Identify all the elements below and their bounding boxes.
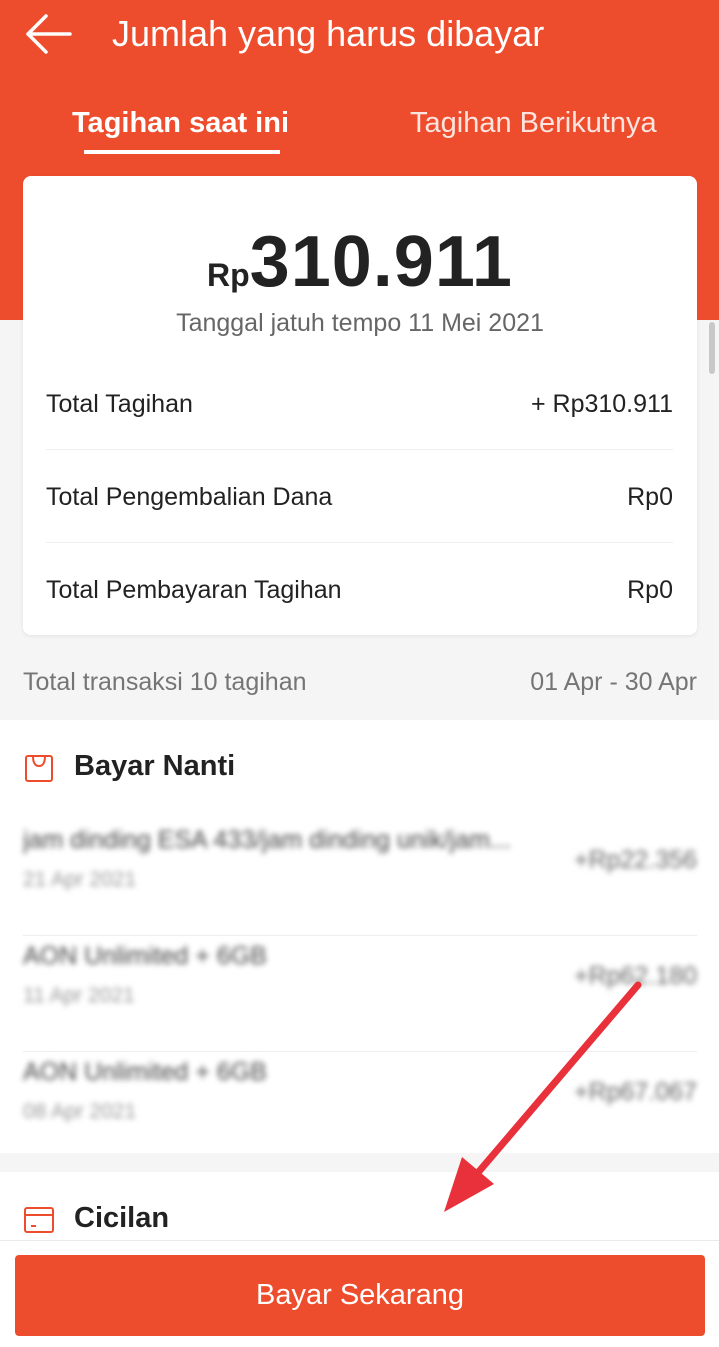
row-label: Total Tagihan <box>46 390 193 418</box>
row-label: Total Pengembalian Dana <box>46 483 333 511</box>
pay-now-button[interactable]: Bayar Sekarang <box>15 1255 705 1336</box>
due-date: Tanggal jatuh tempo 11 Mei 2021 <box>176 309 544 337</box>
tab-next-bill[interactable]: Tagihan Berikutnya <box>410 102 657 144</box>
item-name: AON Unlimited + 6GB <box>23 1058 267 1086</box>
item-price: +Rp62.180 <box>573 962 697 990</box>
transaction-summary: Total transaksi 10 tagihan 01 Apr - 30 A… <box>23 664 697 700</box>
item-price: +Rp22.356 <box>573 846 697 874</box>
shopping-bag-icon <box>25 755 53 782</box>
transaction-period: 01 Apr - 30 Apr <box>530 668 697 696</box>
page-title: Jumlah yang harus dibayar <box>112 13 545 54</box>
row-value: + Rp310.911 <box>530 390 673 418</box>
transaction-count: Total transaksi 10 tagihan <box>23 668 307 696</box>
tab-current-bill[interactable]: Tagihan saat ini <box>72 102 289 144</box>
row-value: Rp0 <box>627 576 673 604</box>
card-icon <box>24 1207 54 1233</box>
item-name: AON Unlimited + 6GB <box>23 942 267 970</box>
back-arrow-icon[interactable] <box>24 12 74 56</box>
active-tab-indicator <box>84 150 280 154</box>
section-title: Cicilan <box>74 1202 170 1234</box>
item-name: jam dinding ESA 433/jam dinding unik/jam… <box>23 826 511 854</box>
list-item[interactable]: AON Unlimited + 6GB 11 Apr 2021 +Rp62.18… <box>23 936 697 1052</box>
section-title: Bayar Nanti <box>74 750 236 782</box>
item-date: 21 Apr 2021 <box>23 868 137 891</box>
amount-value: 310.911 <box>249 222 513 302</box>
scrollbar[interactable] <box>709 322 715 374</box>
bayar-nanti-section: Bayar Nanti jam dinding ESA 433/jam dind… <box>0 720 719 1153</box>
bill-row-refund: Total Pengembalian Dana Rp0 <box>46 451 673 543</box>
list-item[interactable]: AON Unlimited + 6GB 08 Apr 2021 +Rp67.06… <box>23 1052 697 1168</box>
list-item[interactable]: jam dinding ESA 433/jam dinding unik/jam… <box>23 820 697 936</box>
item-price: +Rp67.067 <box>573 1078 697 1106</box>
bill-row-total-tagihan: Total Tagihan + Rp310.911 <box>46 358 673 450</box>
row-value: Rp0 <box>627 483 673 511</box>
bill-row-payment: Total Pembayaran Tagihan Rp0 <box>46 544 673 636</box>
row-label: Total Pembayaran Tagihan <box>46 576 342 604</box>
item-date: 08 Apr 2021 <box>23 1100 137 1123</box>
currency-label: Rp <box>207 257 250 293</box>
item-date: 11 Apr 2021 <box>23 984 135 1007</box>
